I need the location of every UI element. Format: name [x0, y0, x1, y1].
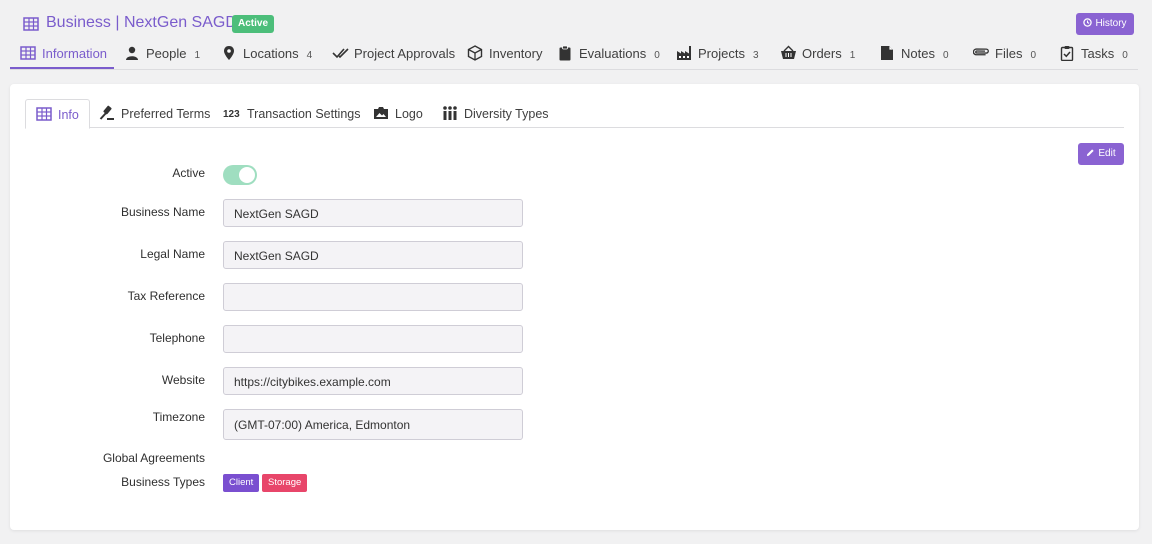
website-label: Website: [161, 373, 205, 387]
nav-label: Project Approvals: [354, 46, 456, 61]
business-types-label: Business Types: [121, 475, 205, 489]
top-navigation: Information People 1 Locations 4 Project A…: [10, 43, 1138, 70]
website-field[interactable]: https://citybikes.example.com: [223, 367, 523, 395]
clipboard-icon: [557, 45, 573, 61]
task-icon: [1059, 45, 1075, 62]
nav-evaluations[interactable]: Evaluations 0: [557, 43, 660, 67]
box-icon: [467, 45, 483, 61]
history-label: History: [1095, 18, 1127, 29]
business-icon: [36, 103, 52, 121]
page-header: Business | NextGen SAGD Active History: [0, 0, 1152, 40]
location-pin-icon: [221, 45, 237, 61]
history-button[interactable]: History: [1076, 13, 1134, 35]
telephone-field[interactable]: [223, 325, 523, 353]
timezone-label: Timezone: [152, 410, 205, 424]
nav-active-indicator: [10, 67, 114, 69]
page-title: Business | NextGen SAGD: [46, 14, 237, 31]
double-check-icon: [332, 45, 349, 61]
nav-files[interactable]: Files 0: [972, 43, 1037, 67]
nav-label: Inventory: [489, 46, 543, 61]
global-agreements-label: Global Agreements: [102, 451, 205, 465]
business-icon: [20, 45, 36, 61]
status-badge: Active: [232, 15, 275, 33]
svg-text:123: 123: [223, 109, 240, 120]
numbers-icon: 123: [223, 102, 241, 120]
paperclip-icon: [972, 45, 989, 61]
nav-people[interactable]: People 1: [124, 43, 200, 67]
nav-count: 4: [306, 50, 313, 61]
tax-reference-label: Tax Reference: [127, 289, 205, 303]
active-label: Active: [172, 166, 205, 180]
tab-label: Diversity Types: [464, 107, 549, 121]
nav-project-approvals[interactable]: Project Approvals: [332, 43, 455, 67]
factory-icon: [676, 45, 692, 61]
tab-label: Transaction Settings: [247, 107, 361, 121]
nav-locations[interactable]: Locations 4: [221, 43, 312, 67]
nav-label: Notes: [901, 46, 935, 61]
nav-label: Locations: [243, 46, 299, 61]
nav-count: 1: [849, 50, 856, 61]
tab-diversity-types[interactable]: Diversity Types: [442, 99, 549, 127]
toggle-knob: [239, 167, 255, 183]
nav-label: Evaluations: [579, 46, 647, 61]
business-icon: [23, 16, 39, 32]
tab-label: Logo: [395, 107, 423, 121]
tab-label: Info: [58, 108, 79, 122]
nav-count: 0: [1030, 50, 1037, 61]
tab-label: Preferred Terms: [121, 107, 211, 121]
gavel-icon: [99, 102, 115, 120]
tab-logo[interactable]: Logo: [373, 99, 423, 127]
nav-projects[interactable]: Projects 3: [676, 43, 759, 67]
nav-tasks[interactable]: Tasks 0: [1059, 43, 1128, 67]
edit-label: Edit: [1098, 148, 1116, 159]
telephone-label: Telephone: [149, 331, 205, 345]
person-icon: [124, 45, 140, 61]
tab-transaction-settings[interactable]: 123 Transaction Settings: [223, 99, 360, 127]
nav-orders[interactable]: Orders 1: [780, 43, 855, 67]
legal-name-label: Legal Name: [140, 247, 205, 261]
active-toggle[interactable]: [223, 165, 257, 185]
tab-preferred-terms[interactable]: Preferred Terms: [99, 99, 210, 127]
nav-count: 0: [942, 50, 949, 61]
tab-info[interactable]: Info: [25, 99, 90, 129]
image-icon: [373, 102, 389, 119]
nav-notes[interactable]: Notes 0: [879, 43, 949, 67]
business-type-chip: Storage: [262, 474, 308, 492]
nav-count: 3: [752, 50, 759, 61]
nav-label: People: [146, 46, 187, 61]
pencil-icon: [1087, 149, 1095, 157]
business-name-field[interactable]: NextGen SAGD: [223, 199, 523, 227]
nav-label: Information: [42, 46, 108, 61]
business-name-label: Business Name: [120, 205, 205, 219]
nav-label: Tasks: [1081, 46, 1115, 61]
nav-count: 0: [654, 50, 660, 61]
nav-label: Projects: [698, 46, 745, 61]
sub-tabs: Info Preferred Terms 123 Transaction Sett…: [25, 99, 1124, 129]
legal-name-field[interactable]: NextGen SAGD: [223, 241, 523, 269]
history-icon: [1083, 18, 1093, 27]
nav-count: 0: [1122, 50, 1128, 61]
business-type-chip: Client: [223, 474, 260, 492]
basket-icon: [780, 45, 796, 61]
nav-label: Orders: [802, 46, 842, 61]
tax-reference-field[interactable]: [223, 283, 523, 311]
info-card: Info Preferred Terms 123 Transaction Sett…: [10, 84, 1139, 530]
timezone-select[interactable]: (GMT-07:00) America, Edmonton: [223, 409, 523, 440]
nav-label: Files: [995, 46, 1023, 61]
nav-count: 1: [194, 50, 201, 61]
nav-information[interactable]: Information: [20, 43, 107, 67]
people-icon: [442, 102, 458, 120]
note-icon: [879, 45, 895, 61]
nav-inventory[interactable]: Inventory: [467, 43, 542, 67]
edit-button[interactable]: Edit: [1078, 143, 1124, 165]
